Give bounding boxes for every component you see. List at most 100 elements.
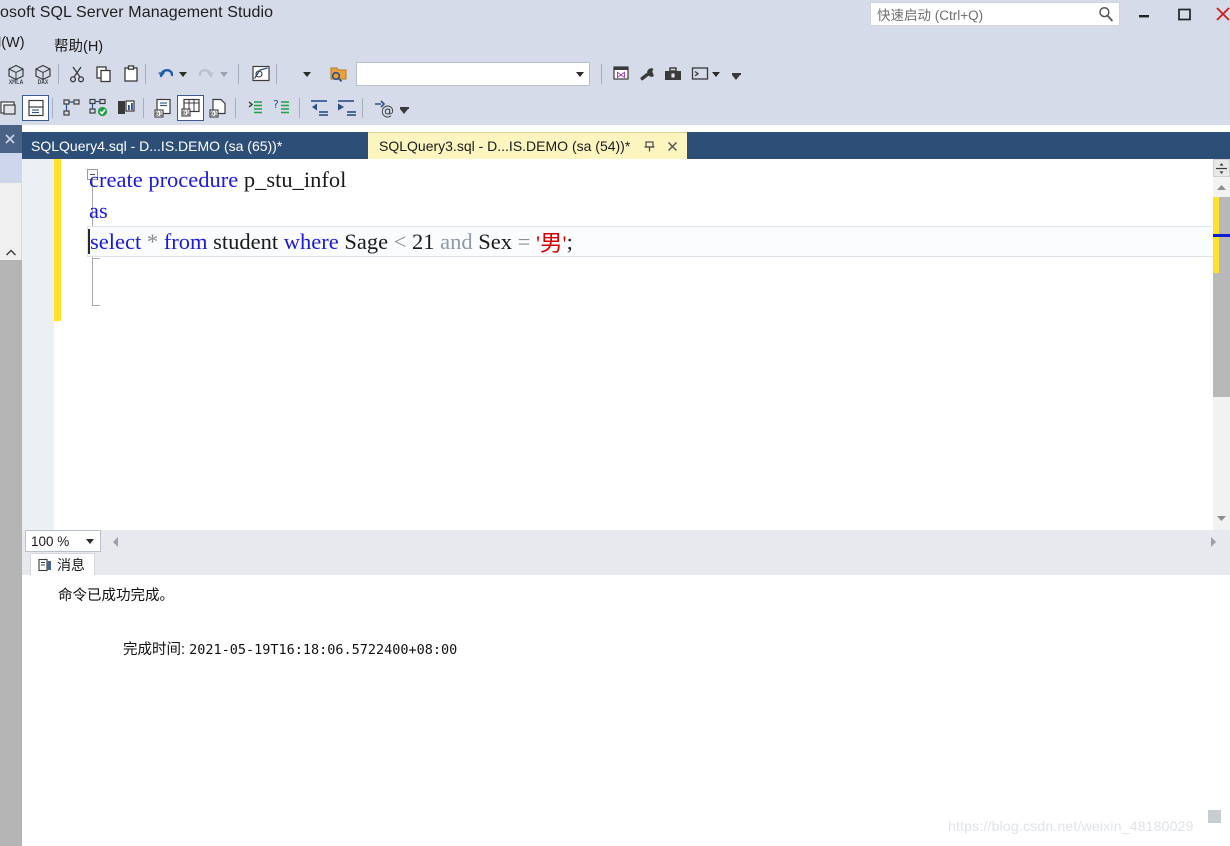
code-line[interactable]: as (89, 195, 108, 226)
dax-query-button[interactable]: DAX (29, 61, 56, 87)
svg-text:01: 01 (155, 111, 163, 118)
undo-dropdown[interactable] (176, 61, 189, 87)
minimize-button[interactable] (1127, 0, 1161, 28)
code-token: Sage (344, 228, 394, 254)
results-to-grid-button[interactable] (22, 95, 49, 121)
tab-sqlquery4[interactable]: SQLQuery4.sql - D...IS.DEMO (sa (65))* (22, 132, 295, 159)
check-syntax-button[interactable] (85, 95, 112, 121)
toolbar-separator (601, 64, 602, 84)
redo-button[interactable] (192, 61, 219, 87)
cut-button[interactable] (63, 61, 90, 87)
svg-text:⋈: ⋈ (616, 70, 626, 81)
editor-status-row: 100 % (22, 530, 1230, 553)
fold-region-tick-2 (92, 305, 100, 306)
zoom-level-value: 100 % (31, 533, 70, 549)
editor-scroll-thumb[interactable] (1213, 197, 1230, 397)
code-line-current[interactable]: select * from student where Sage < 21 an… (87, 226, 1230, 257)
scroll-right-arrow-icon[interactable] (1206, 534, 1220, 549)
results-to-text-button[interactable]: 01 (150, 95, 177, 121)
xmla-query-button[interactable]: XMLA (2, 61, 29, 87)
object-explorer-strip (0, 125, 22, 846)
command-prompt-dropdown[interactable] (709, 61, 722, 87)
editor-tab-strip: SQLQuery4.sql - D...IS.DEMO (sa (65))* S… (22, 132, 1230, 159)
search-icon[interactable] (1097, 5, 1115, 23)
editor-vertical-scrollbar[interactable] (1213, 159, 1230, 530)
close-icon[interactable] (665, 139, 679, 153)
paste-button[interactable] (117, 61, 144, 87)
toolbar-separator (143, 98, 144, 118)
redo-dropdown[interactable] (217, 61, 230, 87)
zoom-level-select[interactable]: 100 % (25, 530, 101, 552)
code-token: p_stu_infol (243, 166, 347, 192)
properties-button[interactable] (633, 61, 660, 87)
toolbar-overflow-button[interactable] (730, 61, 742, 87)
svg-text:01: 01 (182, 110, 190, 117)
decrease-indent-button[interactable] (306, 95, 333, 121)
chevron-down-icon (576, 72, 584, 77)
code-token: 21 (412, 228, 441, 254)
editor-text-surface[interactable]: create procedure p_stu_infol as select *… (61, 159, 1230, 530)
increase-indent-button[interactable] (333, 95, 360, 121)
svg-text:01: 01 (210, 111, 218, 118)
find-in-files-button[interactable] (325, 61, 352, 87)
tab-messages[interactable]: 消息 (30, 553, 95, 575)
watermark: https://blog.csdn.net/weixin_48180029 (948, 818, 1194, 834)
toolbar-primary: XMLA DAX ⋈ (0, 58, 1230, 91)
copy-button[interactable] (90, 61, 117, 87)
results-to-file-button[interactable]: 01 (205, 95, 232, 121)
code-token: * (146, 228, 164, 254)
scroll-up-arrow-icon[interactable] (1215, 181, 1228, 193)
toolbar-overflow-button-2[interactable] (398, 95, 410, 121)
svg-text:XMLA: XMLA (8, 79, 23, 85)
results-to-grid-toggle[interactable]: 01 (177, 95, 204, 121)
object-explorer-selected-row[interactable] (0, 153, 22, 183)
quick-launch-input[interactable]: 快速启动 (Ctrl+Q) (870, 2, 1120, 26)
toolbar-separator (299, 98, 300, 118)
toolbar-separator (235, 98, 236, 118)
fold-region-tick (92, 258, 100, 259)
tab-label: SQLQuery3.sql - D...IS.DEMO (sa (54))* (379, 138, 631, 154)
uncomment-button[interactable]: ? (268, 95, 295, 121)
message-row: 完成时间: 2021-05-19T16:18:06.5722400+08:00 (58, 622, 457, 675)
maximize-button[interactable] (1167, 0, 1201, 28)
tab-sqlquery3[interactable]: SQLQuery3.sql - D...IS.DEMO (sa (54))* (368, 132, 688, 159)
code-token: Sex (478, 228, 518, 254)
display-estimated-plan-button[interactable] (112, 95, 139, 121)
scroll-left-arrow-icon[interactable] (108, 534, 122, 549)
database-dropdown[interactable] (300, 61, 313, 87)
toolbox-button[interactable] (659, 61, 686, 87)
message-timestamp: 2021-05-19T16:18:06.5722400+08:00 (189, 642, 458, 658)
toolbar-separator (238, 64, 239, 84)
scroll-down-arrow-icon[interactable] (1215, 512, 1228, 524)
chevron-down-icon (400, 108, 408, 114)
undo-button[interactable] (152, 61, 179, 87)
database-combo[interactable] (356, 62, 590, 86)
object-explorer-scrollbar[interactable] (0, 183, 22, 260)
sql-editor[interactable]: create procedure p_stu_infol as select *… (22, 159, 1230, 530)
results-to-window-button[interactable] (0, 95, 22, 121)
menu-item-window[interactable]: l(W) (0, 35, 25, 51)
pin-icon[interactable] (642, 139, 656, 153)
split-view-icon[interactable] (1213, 159, 1230, 177)
sql-editor-window-button[interactable]: ⋈ (606, 61, 633, 87)
comment-button[interactable] (241, 95, 268, 121)
toolbar-secondary: 01 01 01 ? @ (0, 91, 1230, 125)
window-title: osoft SQL Server Management Studio (0, 4, 274, 21)
ssms-window: osoft SQL Server Management Studio 快速启动 … (0, 0, 1230, 846)
code-token: where (283, 228, 345, 254)
close-button[interactable] (1206, 0, 1230, 28)
specify-values-button[interactable]: @ (369, 95, 396, 121)
chevron-up-icon[interactable] (3, 246, 19, 260)
execution-plan-button[interactable] (247, 61, 274, 87)
close-icon[interactable] (1, 131, 19, 147)
menu-bar: l(W) 帮助(H) (0, 30, 1230, 58)
code-line[interactable]: create procedure p_stu_infol (89, 164, 346, 195)
toolbar-separator (145, 64, 146, 84)
messages-body[interactable]: 命令已成功完成。 完成时间: 2021-05-19T16:18:06.57224… (22, 575, 1230, 846)
menu-item-help[interactable]: 帮助(H) (54, 35, 103, 56)
code-token: ; (566, 228, 573, 254)
message-text: 命令已成功完成。 (58, 588, 174, 604)
object-explorer-header (0, 125, 22, 153)
parse-button[interactable] (58, 95, 85, 121)
code-token: student (213, 228, 284, 254)
